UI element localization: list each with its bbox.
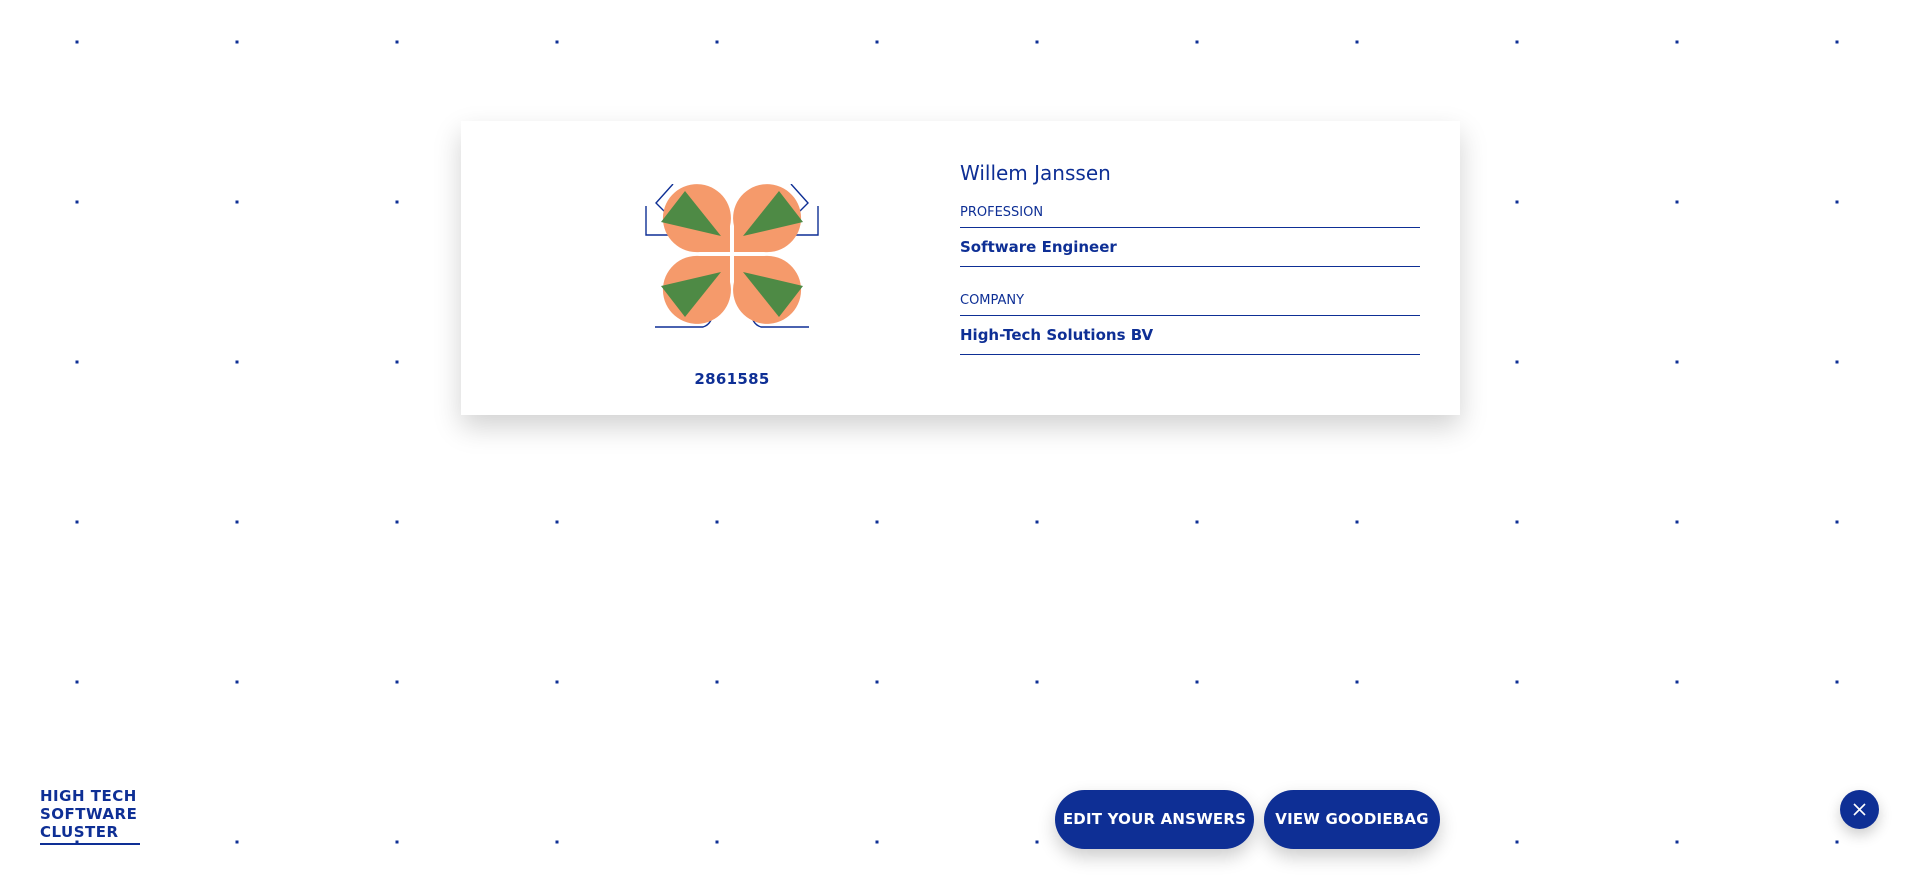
grid-dot <box>555 840 559 844</box>
grid-dot <box>1035 840 1039 844</box>
grid-dot <box>1195 520 1199 524</box>
logo-line-3: CLUSTER <box>40 823 119 841</box>
grid-dot <box>1515 360 1519 364</box>
grid-dot <box>1035 680 1039 684</box>
grid-dot <box>555 40 559 44</box>
grid-dot <box>1355 520 1359 524</box>
grid-dot <box>875 40 879 44</box>
grid-dot <box>1835 200 1839 204</box>
grid-dot <box>1515 40 1519 44</box>
grid-dot <box>1835 520 1839 524</box>
logo-line-1: HIGH TECH <box>40 787 137 805</box>
grid-dot <box>395 520 399 524</box>
grid-dot <box>395 680 399 684</box>
grid-dot <box>715 680 719 684</box>
grid-dot <box>1515 680 1519 684</box>
grid-dot <box>715 840 719 844</box>
grid-dot <box>235 680 239 684</box>
grid-dot <box>1675 200 1679 204</box>
grid-dot <box>235 200 239 204</box>
person-name: Willem Janssen <box>960 161 1111 185</box>
grid-dot <box>715 520 719 524</box>
grid-dot <box>875 840 879 844</box>
grid-dot <box>75 360 79 364</box>
profile-info: Willem Janssen PROFESSION Software Engin… <box>960 161 1420 381</box>
grid-dot <box>1515 520 1519 524</box>
grid-dot <box>1835 360 1839 364</box>
grid-dot <box>75 200 79 204</box>
grid-dot <box>1035 520 1039 524</box>
grid-dot <box>75 40 79 44</box>
profession-label: PROFESSION <box>960 205 1420 228</box>
grid-dot <box>1835 680 1839 684</box>
close-icon <box>1853 803 1866 816</box>
grid-dot <box>715 40 719 44</box>
grid-dot <box>75 680 79 684</box>
grid-dot <box>75 520 79 524</box>
clover-avatar <box>641 184 823 340</box>
grid-dot <box>1355 40 1359 44</box>
grid-dot <box>395 200 399 204</box>
grid-dot <box>235 40 239 44</box>
grid-dot <box>395 360 399 364</box>
grid-dot <box>1195 40 1199 44</box>
grid-dot <box>1675 40 1679 44</box>
company-label: COMPANY <box>960 293 1420 316</box>
badge-number: 2861585 <box>694 370 770 388</box>
grid-dot <box>235 520 239 524</box>
profession-value: Software Engineer <box>960 228 1420 267</box>
grid-dot <box>1675 680 1679 684</box>
view-goodiebag-button[interactable]: VIEW GOODIEBAG <box>1264 790 1440 849</box>
grid-dot <box>1835 40 1839 44</box>
grid-dot <box>1515 200 1519 204</box>
company-value: High-Tech Solutions BV <box>960 316 1420 355</box>
grid-dot <box>1195 680 1199 684</box>
edit-answers-button[interactable]: EDIT YOUR ANSWERS <box>1055 790 1254 849</box>
logo-line-2: SOFTWARE <box>40 805 138 823</box>
page: 2861585 Willem Janssen PROFESSION Softwa… <box>0 0 1920 889</box>
profile-card: 2861585 Willem Janssen PROFESSION Softwa… <box>461 121 1460 415</box>
close-button[interactable] <box>1840 790 1879 829</box>
grid-dot <box>235 840 239 844</box>
grid-dot <box>875 680 879 684</box>
grid-dot <box>1835 840 1839 844</box>
high-tech-software-cluster-logo[interactable]: HIGH TECH SOFTWARE CLUSTER <box>40 787 140 845</box>
grid-dot <box>235 360 239 364</box>
grid-dot <box>395 840 399 844</box>
grid-dot <box>1515 840 1519 844</box>
grid-dot <box>1675 520 1679 524</box>
grid-dot <box>555 520 559 524</box>
grid-dot <box>1675 360 1679 364</box>
grid-dot <box>1355 680 1359 684</box>
grid-dot <box>875 520 879 524</box>
clover-icon <box>645 184 819 328</box>
grid-dot <box>555 680 559 684</box>
grid-dot <box>395 40 399 44</box>
grid-dot <box>1035 40 1039 44</box>
logo-underline <box>40 843 140 845</box>
grid-dot <box>1675 840 1679 844</box>
